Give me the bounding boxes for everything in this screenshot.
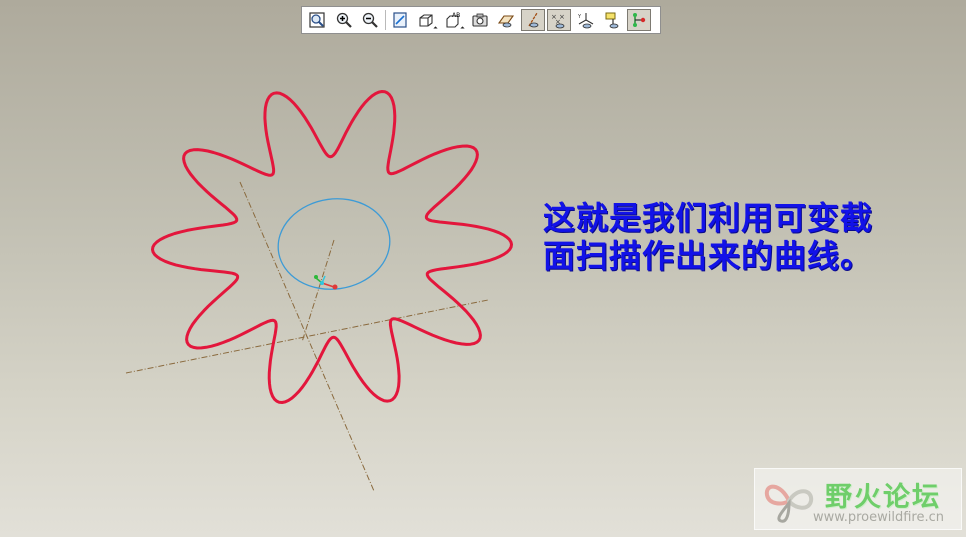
svg-text:Y: Y xyxy=(577,14,582,20)
saved-view-icon: AB xyxy=(446,12,460,28)
view-manager-button[interactable] xyxy=(468,9,492,31)
forum-watermark: 野火论坛 www.proewildfire.cn xyxy=(754,468,962,530)
dropdown-arrow-icon xyxy=(460,26,465,31)
spin-center-button[interactable] xyxy=(627,9,652,31)
spin-center-icon xyxy=(633,13,646,27)
view-manager-icon xyxy=(472,13,488,27)
display-style-button[interactable] xyxy=(414,9,438,31)
variable-section-sweep-curve[interactable] xyxy=(151,90,513,404)
watermark-url: www.proewildfire.cn xyxy=(813,510,944,525)
section-circle[interactable] xyxy=(272,192,395,297)
datum-plane-display-button[interactable] xyxy=(494,9,518,31)
butterfly-logo-icon xyxy=(764,484,814,523)
csys-marker xyxy=(314,275,338,290)
toolbar-separator xyxy=(384,10,386,30)
repaint-icon xyxy=(393,12,407,28)
display-style-icon xyxy=(419,14,433,27)
saved-view-button[interactable]: AB xyxy=(441,9,465,31)
view-toolbar: AB × × × Y xyxy=(301,6,661,34)
repaint-button[interactable] xyxy=(388,9,412,31)
datum-plane-display-icon xyxy=(498,15,515,28)
annotation-display-icon xyxy=(605,12,618,29)
annotation-line-1: 这就是我们利用可变截 xyxy=(543,199,874,237)
watermark-title: 野火论坛 xyxy=(825,482,941,513)
refit-button[interactable] xyxy=(305,9,329,31)
annotation-display-button[interactable] xyxy=(601,9,625,31)
svg-text:AB: AB xyxy=(452,12,460,19)
csys-display-button[interactable]: Y xyxy=(574,9,598,31)
datum-axis-display-icon xyxy=(528,12,539,28)
datum-axis-display-button[interactable] xyxy=(520,9,545,31)
datum-point-display-button[interactable]: × × × xyxy=(547,9,572,31)
annotation-text: 这就是我们利用可变截 面扫描作出来的曲线。 xyxy=(543,199,943,275)
zoom-in-button[interactable] xyxy=(332,9,356,31)
zoom-in-icon xyxy=(336,12,352,28)
datum-point-display-icon: × ×× xyxy=(551,13,565,29)
datum-axis-c xyxy=(301,239,335,343)
dropdown-arrow-icon xyxy=(433,26,438,31)
refit-icon xyxy=(309,12,325,28)
annotation-line-2: 面扫描作出来的曲线。 xyxy=(543,237,874,275)
zoom-out-icon xyxy=(363,12,378,28)
zoom-out-button[interactable] xyxy=(358,9,382,31)
csys-display-icon: Y xyxy=(577,13,594,29)
